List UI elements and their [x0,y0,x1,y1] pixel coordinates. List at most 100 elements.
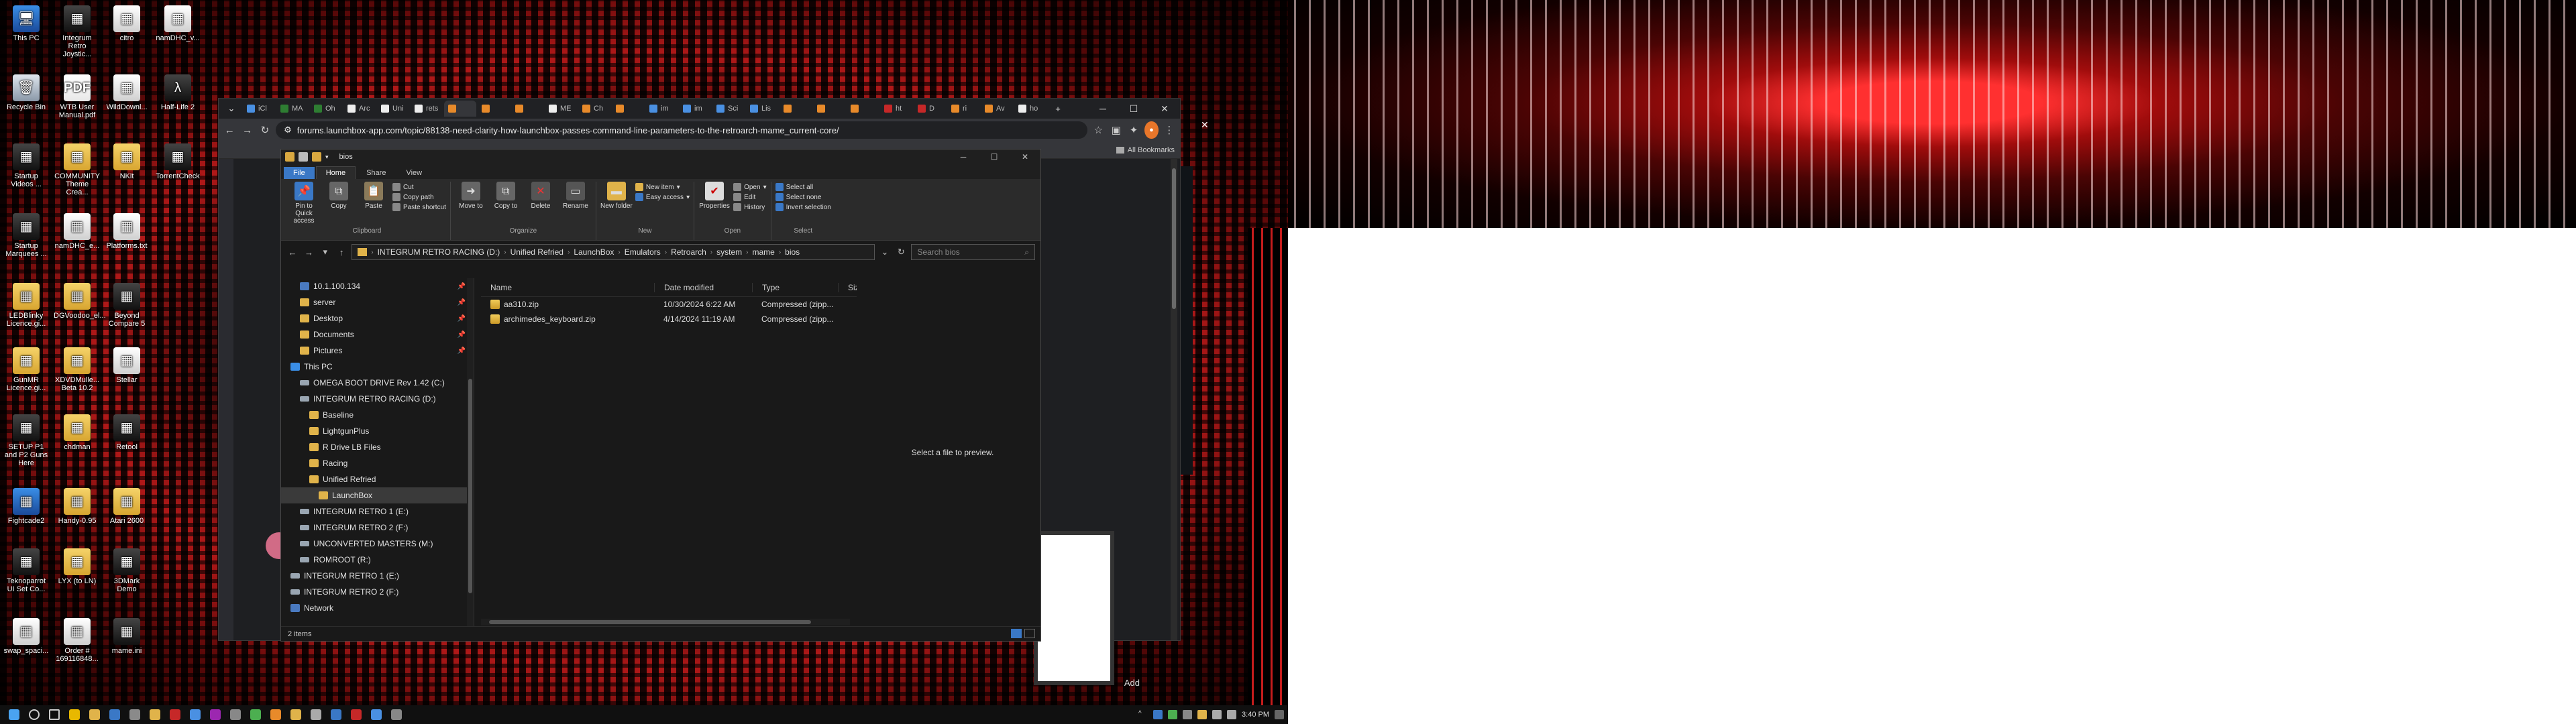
nav-item[interactable]: ROMROOT (R:) [281,552,474,568]
column-date-modified[interactable]: Date modified [654,282,752,292]
nav-item[interactable]: Racing [281,455,474,471]
notifications-icon[interactable] [1275,710,1284,719]
site-info-icon[interactable]: ⚙ [284,125,292,135]
network-icon[interactable] [1153,710,1163,719]
desktop-icon[interactable]: ▦ mame.ini [103,618,150,655]
nav-item[interactable]: LightgunPlus [281,423,474,439]
taskbar-app10-icon[interactable] [246,705,266,724]
recent-locations-icon[interactable]: ▾ [319,247,331,257]
paste-button[interactable]: 📋 Paste [358,182,390,210]
taskbar-app9-icon[interactable] [225,705,246,724]
forward-button[interactable]: → [240,121,254,139]
taskbar-app11-icon[interactable] [266,705,286,724]
desktop-icon[interactable]: ▦ Startup Marquees ... [3,213,50,258]
tray-app-icon[interactable] [1183,710,1193,719]
taskbar-app14-icon[interactable] [326,705,346,724]
add-button[interactable]: Add [1124,678,1140,688]
edit-button[interactable]: Edit [733,193,767,201]
reload-button[interactable]: ↻ [258,121,272,139]
chevron-right-icon[interactable]: › [618,249,620,256]
desktop-icon[interactable]: ▦ XDVDMulle... Beta 10.2 [54,347,101,392]
copy-button[interactable]: ⧉ Copy [323,182,355,210]
ribbon-tab-share[interactable]: Share [357,167,395,179]
desktop-icon[interactable]: ▦ chdman [54,414,101,451]
column-type[interactable]: Type [752,282,838,292]
chevron-right-icon[interactable]: › [665,249,667,256]
taskbar-app15-icon[interactable] [346,705,366,724]
nav-item[interactable]: Baseline [281,407,474,423]
taskbar-app16-icon[interactable] [366,705,386,724]
desktop-icon[interactable]: ▦ Integrum Retro Joystic... [54,5,101,58]
ribbon-tab-file[interactable]: File [284,167,315,179]
browser-tab[interactable]: ht [880,101,912,117]
nav-item[interactable]: INTEGRUM RETRO 1 (E:) [281,568,474,584]
back-button[interactable]: ← [223,121,236,139]
chrome-menu-icon[interactable]: ⋮ [1163,121,1176,139]
desktop-icon[interactable]: ▦ GunMR Licence.gi... [3,347,50,392]
paste-shortcut-button[interactable]: Paste shortcut [392,203,446,211]
file-row[interactable]: aa310.zip 10/30/2024 6:22 AM Compressed (z… [481,297,857,312]
browser-tab[interactable] [444,101,476,117]
desktop-icon[interactable]: ▦ LEDBlinky Licence.gi... [3,283,50,328]
desktop-icon[interactable]: ▦ 3DMark Demo [103,548,150,593]
delete-button[interactable]: ✕ Delete [525,182,557,210]
desktop-icon[interactable]: ▦ COMMUNITY Theme Crea... [54,143,101,196]
browser-tab[interactable]: Sci [712,101,745,117]
chevron-right-icon[interactable]: › [568,249,570,256]
nav-item[interactable]: Pictures 📌 [281,343,474,359]
desktop-icon[interactable]: ▦ Retool [103,414,150,451]
extensions-puzzle-icon[interactable]: ✦ [1127,121,1140,139]
profile-avatar[interactable]: ● [1144,121,1159,139]
browser-tab[interactable]: iCl [243,101,275,117]
browser-tab[interactable]: rets [411,101,443,117]
nav-item[interactable]: LaunchBox [281,487,474,503]
nav-item[interactable]: Unified Refried [281,471,474,487]
desktop-icon[interactable]: ▦ LYX (to LN) [54,548,101,585]
desktop-icon[interactable]: PDF WTB User Manual.pdf [54,74,101,119]
page-scrollbar[interactable] [1171,159,1177,640]
chevron-down-icon[interactable]: ▾ [325,154,329,161]
new-item-button[interactable]: New item ▾ [635,183,690,191]
nav-item[interactable]: server 📌 [281,294,474,310]
tab-search-icon[interactable]: ⌄ [221,99,241,118]
taskbar-chrome-icon[interactable] [64,705,85,724]
nav-item[interactable]: UNCONVERTED MASTERS (M:) [281,536,474,552]
taskbar-app7-icon[interactable] [185,705,205,724]
desktop-icon[interactable]: ▦ Handy-0.95 [54,488,101,525]
nav-item[interactable]: INTEGRUM RETRO 2 (F:) [281,584,474,600]
desktop-icon[interactable]: ▦ Startup Videos ... [3,143,50,188]
history-button[interactable]: History [733,203,767,211]
desktop-icon[interactable]: ▦ Atari 2600 [103,488,150,525]
new-tab-button[interactable]: + [1048,99,1068,118]
nav-item[interactable]: R Drive LB Files [281,439,474,455]
desktop-icon[interactable]: ▦ swap_spaci... [3,618,50,655]
nav-item[interactable]: INTEGRUM RETRO 2 (F:) [281,520,474,536]
quick-access-properties-icon[interactable] [299,152,308,162]
address-bar[interactable]: ⚙ forums.launchbox-app.com/topic/88138-n… [276,121,1088,139]
refresh-button[interactable]: ↻ [895,247,907,257]
minimize-button[interactable]: ─ [948,149,979,164]
browser-tab[interactable] [478,101,510,117]
large-icons-view-toggle[interactable] [1024,629,1035,638]
select-all-button[interactable]: Select all [775,183,831,191]
all-bookmarks-link[interactable]: All Bookmarks [1128,146,1175,154]
select-none-button[interactable]: Select none [775,193,831,201]
wifi-icon[interactable] [1227,710,1237,719]
desktop-icon[interactable]: ▦ namDHC_e... [54,213,101,250]
browser-tab[interactable]: D [914,101,946,117]
nav-item[interactable]: 10.1.100.134 📌 [281,278,474,294]
chevron-right-icon[interactable]: › [710,249,712,256]
back-button[interactable]: ← [286,247,299,257]
browser-tab[interactable]: Uni [377,101,409,117]
breadcrumb-item[interactable]: Emulators [625,247,661,257]
chevron-right-icon[interactable]: › [746,249,748,256]
address-dropdown-icon[interactable]: ⌄ [879,247,891,257]
clock[interactable]: 3:40 PM [1242,711,1269,719]
browser-tab[interactable] [511,101,543,117]
browser-tab[interactable]: im [645,101,678,117]
desktop-icon[interactable]: ▦ SETUP P1 and P2 Guns Here [3,414,50,467]
file-list-scrollbar[interactable] [481,619,850,625]
taskbar-app17-icon[interactable] [386,705,407,724]
taskbar-explorer-icon[interactable] [85,705,105,724]
tray-app-icon[interactable] [1197,710,1208,719]
